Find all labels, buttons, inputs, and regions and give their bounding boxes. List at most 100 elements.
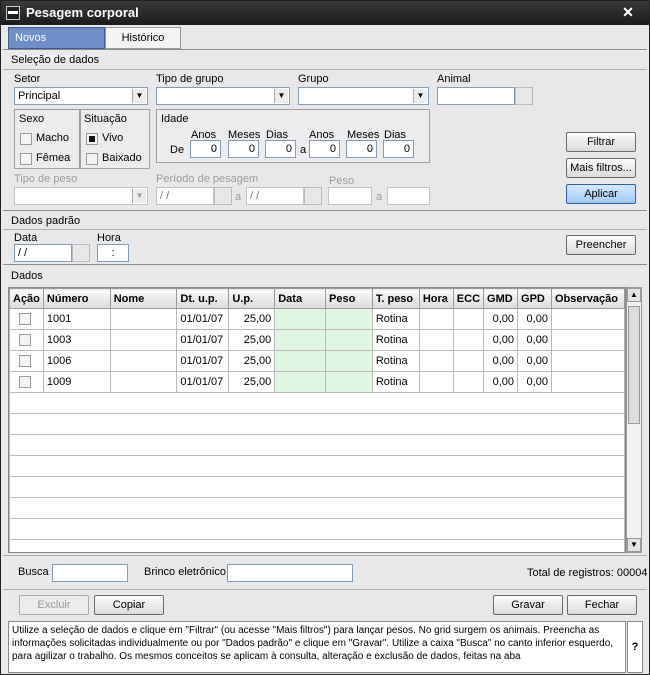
cell-gmd[interactable]: 0,00	[483, 371, 519, 393]
macho-checkbox[interactable]	[20, 133, 32, 145]
cell-dtup[interactable]: 01/01/07	[176, 350, 230, 372]
idade-meses-de-input[interactable]: 0	[228, 140, 259, 158]
col-ecc[interactable]: ECC	[452, 288, 485, 309]
idade-dias-ate-input[interactable]: 0	[383, 140, 414, 158]
row-action-cell[interactable]	[9, 350, 44, 372]
tipo-peso-select[interactable]: ▼	[14, 187, 148, 205]
cell-nome[interactable]	[109, 350, 178, 372]
cell-numero[interactable]: 1006	[42, 350, 111, 372]
cell-obs[interactable]	[550, 329, 625, 351]
chevron-down-icon[interactable]: ▼	[132, 89, 146, 103]
cell-ecc[interactable]	[452, 350, 485, 372]
col-nome[interactable]: Nome	[109, 288, 178, 309]
calendar-icon[interactable]	[304, 187, 322, 205]
periodo-ate-input[interactable]: / /	[246, 187, 304, 205]
table-row[interactable]: 1006 01/01/07 25,00 Rotina 0,00 0,00	[9, 350, 625, 372]
cell-nome[interactable]	[109, 329, 178, 351]
animal-input[interactable]	[437, 87, 515, 105]
cell-data[interactable]	[274, 308, 327, 330]
cell-tpeso[interactable]: Rotina	[371, 329, 420, 351]
system-menu-icon[interactable]: ▬	[6, 6, 20, 20]
excluir-button[interactable]: Excluir	[19, 595, 89, 615]
chevron-down-icon[interactable]: ▼	[274, 89, 288, 103]
cell-gmd[interactable]: 0,00	[483, 329, 519, 351]
cell-hora[interactable]	[418, 371, 454, 393]
cell-numero[interactable]: 1009	[42, 371, 111, 393]
preencher-button[interactable]: Preencher	[566, 235, 636, 255]
cell-data[interactable]	[274, 350, 327, 372]
cell-hora[interactable]	[418, 308, 454, 330]
row-action-checkbox[interactable]	[19, 376, 31, 388]
col-up[interactable]: U.p.	[228, 288, 276, 309]
col-hora[interactable]: Hora	[418, 288, 454, 309]
scroll-thumb[interactable]	[628, 306, 640, 424]
tab-historico[interactable]: Histórico	[105, 27, 181, 49]
cell-tpeso[interactable]: Rotina	[371, 371, 420, 393]
col-gmd[interactable]: GMD	[483, 288, 519, 309]
filtrar-button[interactable]: Filtrar	[566, 132, 636, 152]
help-question-icon[interactable]: ?	[627, 621, 643, 673]
aplicar-button[interactable]: Aplicar	[566, 184, 636, 204]
brinco-input[interactable]	[227, 564, 353, 582]
scroll-down-icon[interactable]: ▼	[627, 538, 641, 552]
cell-data[interactable]	[274, 329, 327, 351]
chevron-down-icon[interactable]: ▼	[413, 89, 427, 103]
cell-gmd[interactable]: 0,00	[483, 350, 519, 372]
cell-gpd[interactable]: 0,00	[517, 371, 552, 393]
data-padrao-input[interactable]: / /	[14, 244, 72, 262]
cell-dtup[interactable]: 01/01/07	[176, 329, 230, 351]
idade-dias-de-input[interactable]: 0	[265, 140, 296, 158]
cell-gmd[interactable]: 0,00	[483, 308, 519, 330]
cell-dtup[interactable]: 01/01/07	[176, 371, 230, 393]
cell-up[interactable]: 25,00	[228, 329, 276, 351]
row-action-checkbox[interactable]	[19, 313, 31, 325]
grupo-select[interactable]: ▼	[298, 87, 429, 105]
femea-checkbox[interactable]	[20, 153, 32, 165]
cell-gpd[interactable]: 0,00	[517, 350, 552, 372]
cell-data[interactable]	[274, 371, 327, 393]
col-acao[interactable]: Ação	[9, 288, 44, 309]
copiar-button[interactable]: Copiar	[94, 595, 164, 615]
cell-peso[interactable]	[325, 371, 373, 393]
tipo-grupo-select[interactable]: ▼	[156, 87, 290, 105]
cell-numero[interactable]: 1001	[42, 308, 111, 330]
peso-de-input[interactable]	[328, 187, 372, 205]
vivo-checkbox[interactable]	[86, 133, 98, 145]
row-action-cell[interactable]	[9, 308, 44, 330]
cell-gpd[interactable]: 0,00	[517, 329, 552, 351]
busca-input[interactable]	[52, 564, 128, 582]
idade-anos-de-input[interactable]: 0	[190, 140, 221, 158]
cell-ecc[interactable]	[452, 308, 485, 330]
cell-up[interactable]: 25,00	[228, 350, 276, 372]
hora-padrao-input[interactable]: :	[97, 244, 129, 262]
col-t-peso[interactable]: T. peso	[371, 288, 420, 309]
col-dt-up[interactable]: Dt. u.p.	[176, 288, 230, 309]
col-numero[interactable]: Número	[42, 288, 111, 309]
row-action-cell[interactable]	[9, 329, 44, 351]
cell-peso[interactable]	[325, 350, 373, 372]
cell-up[interactable]: 25,00	[228, 371, 276, 393]
table-row[interactable]: 1009 01/01/07 25,00 Rotina 0,00 0,00	[9, 371, 625, 393]
cell-gpd[interactable]: 0,00	[517, 308, 552, 330]
cell-hora[interactable]	[418, 329, 454, 351]
row-action-checkbox[interactable]	[19, 355, 31, 367]
cell-nome[interactable]	[109, 371, 178, 393]
idade-anos-ate-input[interactable]: 0	[309, 140, 340, 158]
cell-obs[interactable]	[550, 371, 625, 393]
cell-obs[interactable]	[550, 350, 625, 372]
calendar-icon[interactable]	[214, 187, 232, 205]
cell-tpeso[interactable]: Rotina	[371, 308, 420, 330]
scroll-up-icon[interactable]: ▲	[627, 288, 641, 302]
cell-ecc[interactable]	[452, 329, 485, 351]
cell-hora[interactable]	[418, 350, 454, 372]
table-row[interactable]: 1003 01/01/07 25,00 Rotina 0,00 0,00	[9, 329, 625, 351]
idade-meses-ate-input[interactable]: 0	[346, 140, 377, 158]
data-grid[interactable]: Ação Número Nome Dt. u.p. U.p. Data Peso…	[8, 287, 626, 553]
setor-select[interactable]: Principal ▼	[14, 87, 148, 105]
row-action-cell[interactable]	[9, 371, 44, 393]
table-row[interactable]: 1001 01/01/07 25,00 Rotina 0,00 0,00	[9, 308, 625, 330]
chevron-down-icon[interactable]: ▼	[132, 189, 146, 203]
col-data[interactable]: Data	[274, 288, 327, 309]
tab-novos-lancamentos[interactable]: Novos lançamentos	[8, 27, 105, 64]
animal-lookup-button[interactable]	[515, 87, 533, 105]
